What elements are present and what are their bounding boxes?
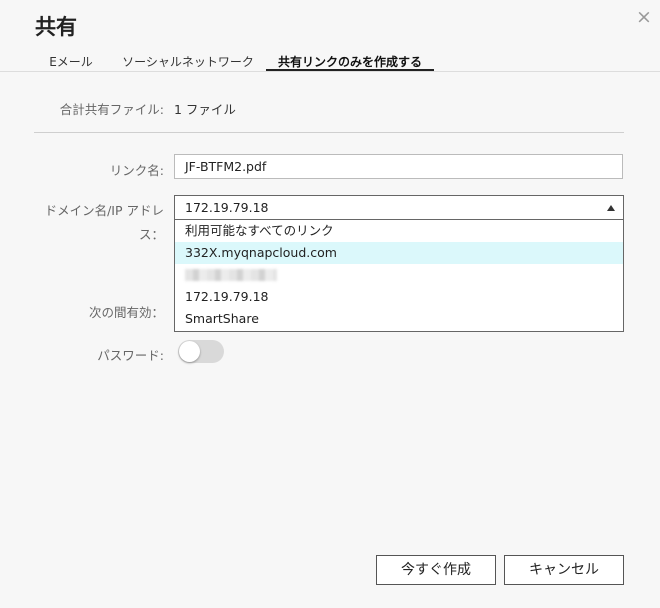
domain-dropdown-list: 利用可能なすべてのリンク 332X.myqnapcloud.com 172.19… — [174, 220, 624, 332]
domain-label-line2: ス： — [138, 227, 164, 242]
valid-until-label: 次の間有効： — [88, 305, 164, 320]
tab-divider — [0, 71, 660, 72]
link-name-label: リンク名: — [109, 163, 164, 178]
domain-option-myqnapcloud[interactable]: 332X.myqnapcloud.com — [175, 242, 623, 264]
dialog-title: 共有 — [35, 15, 77, 39]
domain-select[interactable]: 172.19.79.18 — [174, 195, 624, 220]
section-divider — [34, 132, 624, 133]
tab-email[interactable]: Eメール — [42, 54, 100, 71]
domain-option-all-links[interactable]: 利用可能なすべてのリンク — [175, 220, 623, 242]
caret-up-icon — [607, 205, 615, 211]
total-files-value: 1 ファイル — [174, 102, 236, 117]
redacted-text — [185, 269, 277, 281]
password-label: パスワード: — [97, 348, 164, 363]
password-toggle[interactable] — [178, 340, 224, 363]
close-icon[interactable]: × — [634, 7, 654, 27]
tab-social-network[interactable]: ソーシャルネットワーク — [120, 54, 256, 71]
domain-option-smartshare[interactable]: SmartShare — [175, 308, 623, 330]
domain-option-redacted[interactable] — [175, 264, 623, 286]
tab-bar: Eメール ソーシャルネットワーク 共有リンクのみを作成する — [0, 54, 660, 72]
toggle-knob — [179, 341, 200, 362]
cancel-button[interactable]: キャンセル — [504, 555, 624, 585]
total-files-label: 合計共有ファイル: — [59, 102, 164, 117]
create-now-button[interactable]: 今すぐ作成 — [376, 555, 496, 585]
domain-label-line1: ドメイン名/IP アドレ — [44, 203, 164, 218]
domain-selected-value: 172.19.79.18 — [185, 200, 269, 215]
domain-option-ip[interactable]: 172.19.79.18 — [175, 286, 623, 308]
link-name-field[interactable]: JF-BTFM2.pdf — [174, 154, 623, 179]
